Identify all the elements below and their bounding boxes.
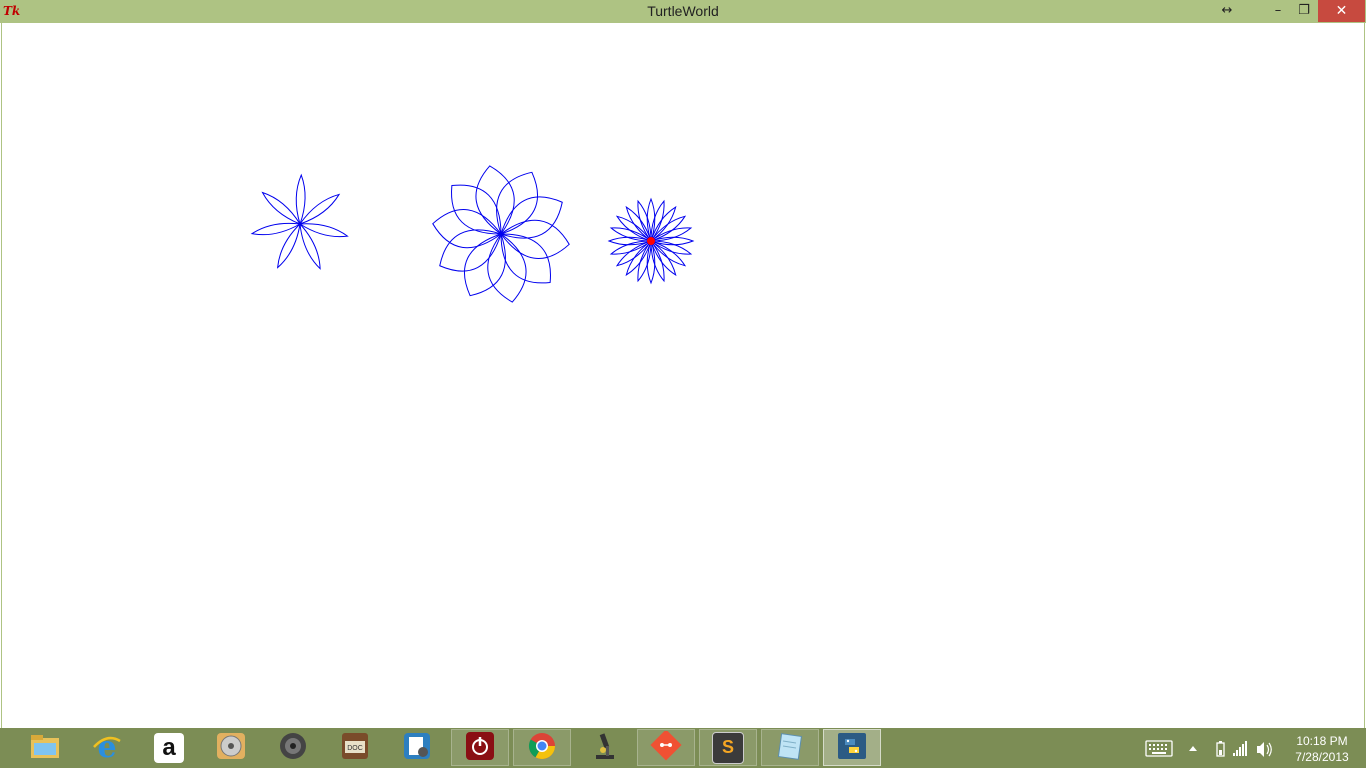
flower-1-petal	[250, 222, 301, 236]
power-icon	[464, 731, 496, 765]
flower-2	[432, 165, 570, 303]
taskbar-sublime-text-button[interactable]: S	[699, 729, 757, 766]
taskbar-microscope-app-button[interactable]	[575, 729, 633, 766]
chrome-icon	[526, 731, 558, 765]
taskbar-amazon-button[interactable]: a	[140, 729, 198, 766]
taskbar-python-button[interactable]	[823, 729, 881, 766]
flower-1-petal	[299, 193, 341, 225]
taskbar-document-app-button[interactable]: DOC	[326, 729, 384, 766]
clock[interactable]: 10:18 PM 7/28/2013	[1282, 733, 1362, 765]
taskbar-git-button[interactable]	[637, 728, 695, 766]
amazon-icon: a	[154, 732, 184, 763]
resize-arrows-icon[interactable]: ↔	[1214, 0, 1240, 22]
taskbar-speaker-app-button[interactable]	[264, 729, 322, 766]
flower-1-petal	[295, 173, 306, 225]
network-signal-icon[interactable]	[1233, 741, 1247, 756]
turtle-icon	[647, 237, 655, 245]
taskbar-internet-explorer-button[interactable]: e	[78, 729, 136, 766]
taskbar-disc-utility-button[interactable]	[202, 729, 260, 766]
git-icon	[650, 728, 682, 765]
taskbar-chrome-button[interactable]	[513, 729, 571, 766]
flower-2-petal	[475, 165, 515, 235]
show-hidden-icons-chevron-icon[interactable]	[1189, 746, 1197, 751]
keyboard-icon[interactable]	[1145, 740, 1173, 757]
svg-text:DOC: DOC	[347, 745, 363, 752]
speaker-icon	[277, 731, 309, 765]
restore-button[interactable]: ❐	[1292, 0, 1316, 22]
flower-2-petal	[500, 219, 570, 259]
clock-date: 7/28/2013	[1295, 750, 1349, 764]
window-title: TurtleWorld	[647, 3, 719, 19]
volume-icon[interactable]	[1257, 742, 1272, 757]
flower-1	[250, 173, 349, 270]
minimize-button[interactable]: –	[1264, 0, 1292, 22]
battery-icon[interactable]	[1216, 741, 1225, 757]
flower-2-petal	[432, 209, 502, 249]
system-tray	[1140, 728, 1280, 768]
taskbar-notepad-button[interactable]	[761, 729, 819, 766]
microscope-icon	[588, 731, 620, 765]
python-icon	[836, 731, 868, 765]
flower-1-petal	[299, 223, 321, 270]
taskbar-file-explorer-button[interactable]	[16, 729, 74, 766]
flower-2-petal	[487, 233, 527, 303]
ie-icon: e	[91, 730, 123, 765]
notepad-icon	[774, 731, 806, 765]
settings-doc-icon	[401, 731, 433, 765]
svg-text:e: e	[97, 731, 116, 761]
doc-icon: DOC	[339, 731, 371, 765]
sublime-icon: S	[712, 731, 744, 764]
flower-1-petal	[261, 191, 301, 225]
folder-icon	[29, 731, 61, 765]
turtle-canvas[interactable]	[1, 23, 1365, 728]
flower-1-petal	[299, 223, 349, 238]
title-bar[interactable]: Tk TurtleWorld ↔ – ❐ ✕	[0, 0, 1366, 23]
close-button[interactable]: ✕	[1318, 0, 1365, 22]
flower-1-petal	[277, 223, 301, 269]
taskbar-settings-doc-button[interactable]	[388, 729, 446, 766]
flower-drawing	[250, 165, 695, 303]
clock-time: 10:18 PM	[1296, 734, 1348, 748]
disc-icon	[215, 731, 247, 765]
taskbar-power-app-button[interactable]	[451, 729, 509, 766]
